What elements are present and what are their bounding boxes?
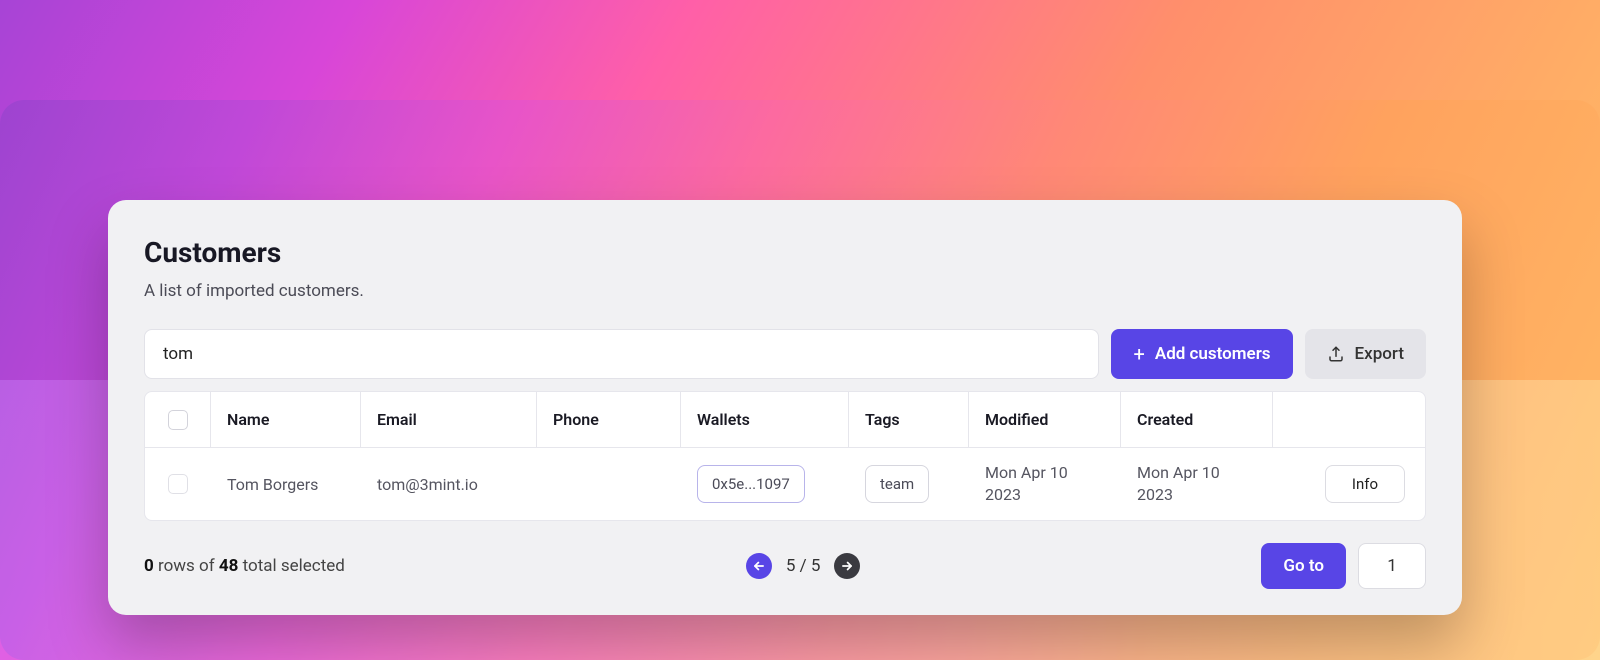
add-customers-label: Add customers [1155, 344, 1271, 364]
page-indicator: 5 / 5 [786, 556, 821, 576]
cell-created: Mon Apr 10 2023 [1137, 462, 1257, 505]
export-label: Export [1355, 344, 1404, 364]
page-title: Customers [144, 236, 1426, 269]
col-modified[interactable]: Modified [969, 392, 1121, 447]
export-button[interactable]: Export [1305, 329, 1426, 379]
selected-count: 0 [144, 556, 154, 576]
customers-table: Name Email Phone Wallets Tags Modified C… [144, 391, 1426, 521]
col-wallets[interactable]: Wallets [681, 392, 849, 447]
goto-button[interactable]: Go to [1261, 543, 1346, 589]
selected-mid: rows of [154, 556, 219, 576]
add-customers-button[interactable]: + Add customers [1111, 329, 1292, 379]
arrow-left-icon [752, 559, 766, 573]
toolbar: + Add customers Export [144, 329, 1426, 379]
info-button[interactable]: Info [1325, 465, 1405, 503]
search-input[interactable] [144, 329, 1099, 379]
pagination: 5 / 5 [746, 553, 861, 579]
cell-email: tom@3mint.io [361, 448, 537, 520]
goto-input[interactable] [1358, 543, 1426, 589]
prev-page-button[interactable] [746, 553, 772, 579]
total-count: 48 [219, 556, 239, 576]
page-subtitle: A list of imported customers. [144, 281, 1426, 301]
table-footer: 0 rows of 48 total selected 5 / 5 Go to [144, 543, 1426, 589]
selection-summary: 0 rows of 48 total selected [144, 556, 345, 576]
table-row: Tom Borgers tom@3mint.io 0x5e...1097 tea… [145, 448, 1425, 520]
table-header: Name Email Phone Wallets Tags Modified C… [145, 392, 1425, 448]
row-checkbox[interactable] [168, 474, 188, 494]
wallet-chip[interactable]: 0x5e...1097 [697, 465, 805, 503]
col-actions [1273, 392, 1425, 447]
customers-card: Customers A list of imported customers. … [108, 200, 1462, 615]
cell-modified: Mon Apr 10 2023 [985, 462, 1105, 505]
select-all-checkbox[interactable] [168, 410, 188, 430]
col-phone[interactable]: Phone [537, 392, 681, 447]
arrow-right-icon [840, 559, 854, 573]
tag-chip[interactable]: team [865, 465, 929, 503]
col-email[interactable]: Email [361, 392, 537, 447]
cell-name: Tom Borgers [211, 448, 361, 520]
cell-phone [537, 448, 681, 520]
col-name[interactable]: Name [211, 392, 361, 447]
plus-icon: + [1133, 344, 1144, 364]
col-created[interactable]: Created [1121, 392, 1273, 447]
selected-suffix: total selected [238, 556, 344, 576]
next-page-button[interactable] [834, 553, 860, 579]
export-icon [1327, 345, 1345, 363]
col-tags[interactable]: Tags [849, 392, 969, 447]
